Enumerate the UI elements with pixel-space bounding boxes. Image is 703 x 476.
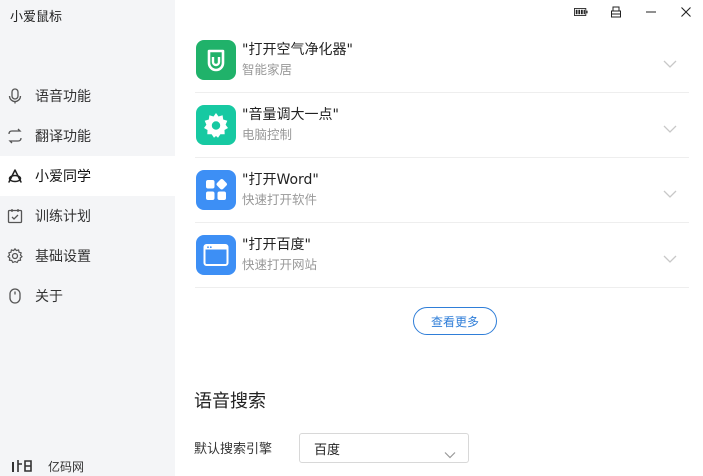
list-item[interactable]: "打开空气净化器" 智能家居 bbox=[195, 28, 689, 93]
command-category: 电脑控制 bbox=[242, 127, 293, 142]
command-category: 快速打开软件 bbox=[242, 192, 318, 207]
chevron-down-icon[interactable] bbox=[663, 54, 677, 68]
app-title: 小爱鼠标 bbox=[10, 10, 63, 25]
section-title-voice-search: 语音搜索 bbox=[194, 391, 266, 412]
search-engine-label: 默认搜索引擎 bbox=[194, 442, 273, 457]
command-category: 智能家居 bbox=[242, 62, 293, 77]
mouse-icon bbox=[6, 287, 24, 305]
gear-icon bbox=[196, 105, 236, 145]
sidebar-item-translate[interactable]: 翻译功能 bbox=[0, 116, 175, 156]
mi-home-icon bbox=[196, 40, 236, 80]
browser-icon bbox=[196, 235, 236, 275]
sidebar-item-label: 基础设置 bbox=[35, 249, 91, 265]
chevron-down-icon[interactable] bbox=[663, 119, 677, 133]
sidebar-item-label: 小爱同学 bbox=[35, 169, 91, 185]
sidebar-item-label: 关于 bbox=[35, 289, 63, 305]
mic-icon bbox=[6, 87, 24, 105]
calendar-icon bbox=[6, 207, 24, 225]
sidebar: 小爱鼠标 语音功能 翻译功能 小爱同学 训练计划 基础设置 关于 亿码网 bbox=[0, 0, 175, 476]
gear-icon bbox=[6, 247, 24, 265]
command-title: "打开空气净化器" bbox=[242, 42, 353, 58]
brand-logo-icon bbox=[12, 456, 34, 476]
sidebar-item-label: 训练计划 bbox=[35, 209, 91, 225]
sidebar-item-label: 翻译功能 bbox=[35, 129, 91, 145]
sidebar-item-label: 语音功能 bbox=[35, 89, 91, 105]
sidebar-nav: 语音功能 翻译功能 小爱同学 训练计划 基础设置 关于 bbox=[0, 76, 175, 316]
sidebar-item-xiaoai[interactable]: 小爱同学 bbox=[0, 156, 175, 196]
xiaoai-icon bbox=[6, 167, 24, 185]
translate-icon bbox=[6, 127, 24, 145]
main-content: "打开空气净化器" 智能家居 "音量调大一点" 电脑控制 "打开Word" 快速… bbox=[175, 0, 703, 476]
chevron-down-icon bbox=[444, 444, 456, 459]
sidebar-item-about[interactable]: 关于 bbox=[0, 276, 175, 316]
list-item[interactable]: "音量调大一点" 电脑控制 bbox=[195, 93, 689, 158]
sidebar-item-voice[interactable]: 语音功能 bbox=[0, 76, 175, 116]
view-more-button[interactable]: 查看更多 bbox=[413, 307, 497, 335]
list-item[interactable]: "打开百度" 快速打开网站 bbox=[195, 223, 689, 288]
search-engine-select[interactable]: 百度 bbox=[299, 433, 469, 463]
chevron-down-icon[interactable] bbox=[663, 249, 677, 263]
apps-icon bbox=[196, 170, 236, 210]
sidebar-item-settings[interactable]: 基础设置 bbox=[0, 236, 175, 276]
brand-text: 亿码网 bbox=[48, 459, 85, 474]
sidebar-item-training[interactable]: 训练计划 bbox=[0, 196, 175, 236]
watermark-brand: 亿码网 bbox=[12, 456, 84, 476]
command-category: 快速打开网站 bbox=[242, 257, 318, 272]
list-item[interactable]: "打开Word" 快速打开软件 bbox=[195, 158, 689, 223]
chevron-down-icon[interactable] bbox=[663, 184, 677, 198]
search-engine-value: 百度 bbox=[314, 442, 341, 458]
command-title: "打开百度" bbox=[242, 237, 311, 253]
command-title: "音量调大一点" bbox=[242, 107, 339, 123]
command-list: "打开空气净化器" 智能家居 "音量调大一点" 电脑控制 "打开Word" 快速… bbox=[195, 28, 689, 288]
command-title: "打开Word" bbox=[242, 172, 319, 188]
